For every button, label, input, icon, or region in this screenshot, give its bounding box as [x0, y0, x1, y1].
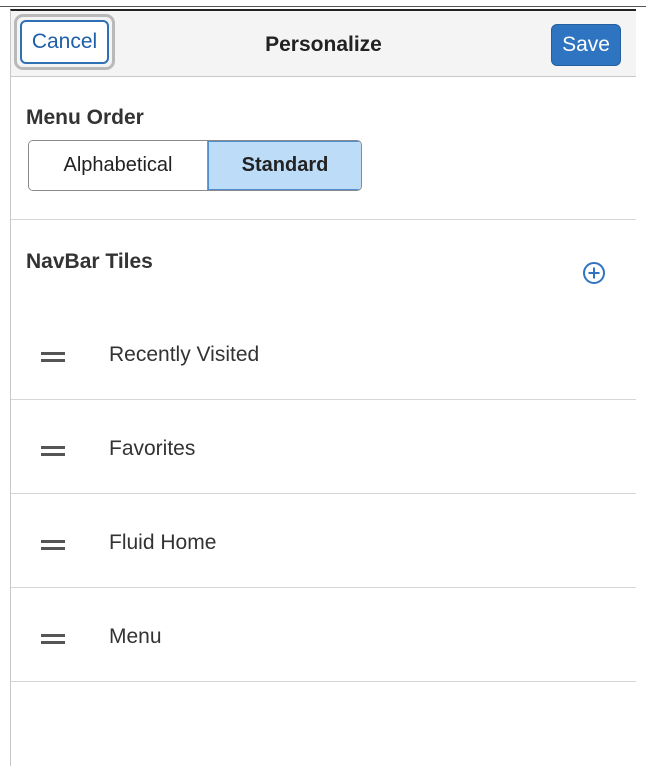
navbar-tile-row[interactable]: Recently Visited — [11, 306, 636, 400]
drag-handle-icon[interactable] — [41, 540, 65, 550]
drag-handle-icon[interactable] — [41, 352, 65, 362]
menu-order-label: Menu Order — [26, 106, 144, 129]
menu-order-section: Menu Order Alphabetical Standard — [11, 78, 636, 220]
navbar-tile-label: Menu — [109, 625, 162, 648]
navbar-tile-label: Recently Visited — [109, 343, 260, 366]
menu-order-standard-option[interactable]: Standard — [208, 141, 361, 190]
navbar-tiles-title: NavBar Tiles — [26, 250, 153, 273]
navbar-tile-row[interactable]: Favorites — [11, 400, 636, 494]
drag-handle-icon[interactable] — [41, 634, 65, 644]
top-rule — [0, 6, 646, 7]
navbar-tile-row[interactable]: Menu — [11, 588, 636, 682]
drag-handle-icon[interactable] — [41, 446, 65, 456]
personalize-dialog: Cancel Personalize Save Menu Order Alpha… — [10, 9, 636, 766]
navbar-tiles-header: NavBar Tiles — [11, 221, 636, 306]
page-title: Personalize — [265, 33, 382, 56]
navbar-tile-label: Fluid Home — [109, 531, 217, 554]
plus-circle-icon[interactable] — [582, 261, 606, 285]
navbar-tile-row[interactable]: Fluid Home — [11, 494, 636, 588]
menu-order-alphabetical-option[interactable]: Alphabetical — [29, 141, 208, 190]
menu-order-segmented-control: Alphabetical Standard — [28, 140, 362, 191]
navbar-tile-label: Favorites — [109, 437, 196, 460]
save-button[interactable]: Save — [551, 24, 621, 66]
dialog-header: Cancel Personalize Save — [11, 11, 636, 77]
